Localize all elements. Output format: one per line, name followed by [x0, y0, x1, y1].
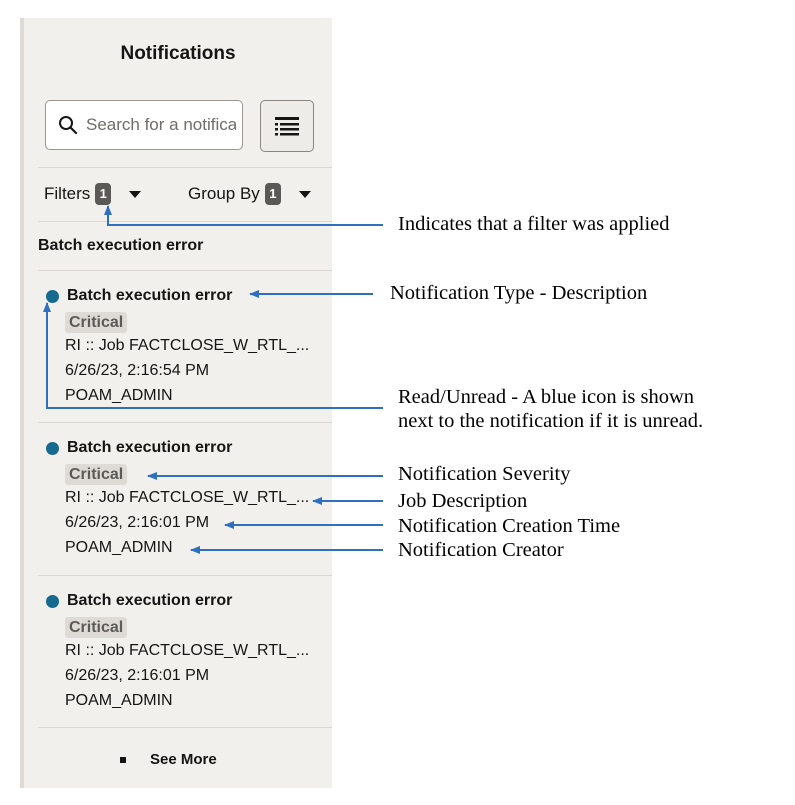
annotation-severity: Notification Severity [398, 463, 571, 485]
annotation-type-description: Notification Type - Description [390, 282, 648, 304]
annotation-filter-applied: Indicates that a filter was applied [398, 213, 670, 235]
annotation-creation-time: Notification Creation Time [398, 515, 621, 537]
annotation-read-unread-line1: Read/Unread - A blue icon is shown [398, 386, 695, 408]
annotation-job-description: Job Description [398, 490, 528, 512]
annotation-arrow-filter [104, 205, 383, 226]
annotation-read-unread-line2: next to the notification if it is unread… [398, 410, 704, 432]
annotation-arrow-unread [43, 302, 383, 409]
screenshot-canvas: Notifications Filters 1 [0, 0, 795, 805]
annotation-creator: Notification Creator [398, 539, 564, 561]
